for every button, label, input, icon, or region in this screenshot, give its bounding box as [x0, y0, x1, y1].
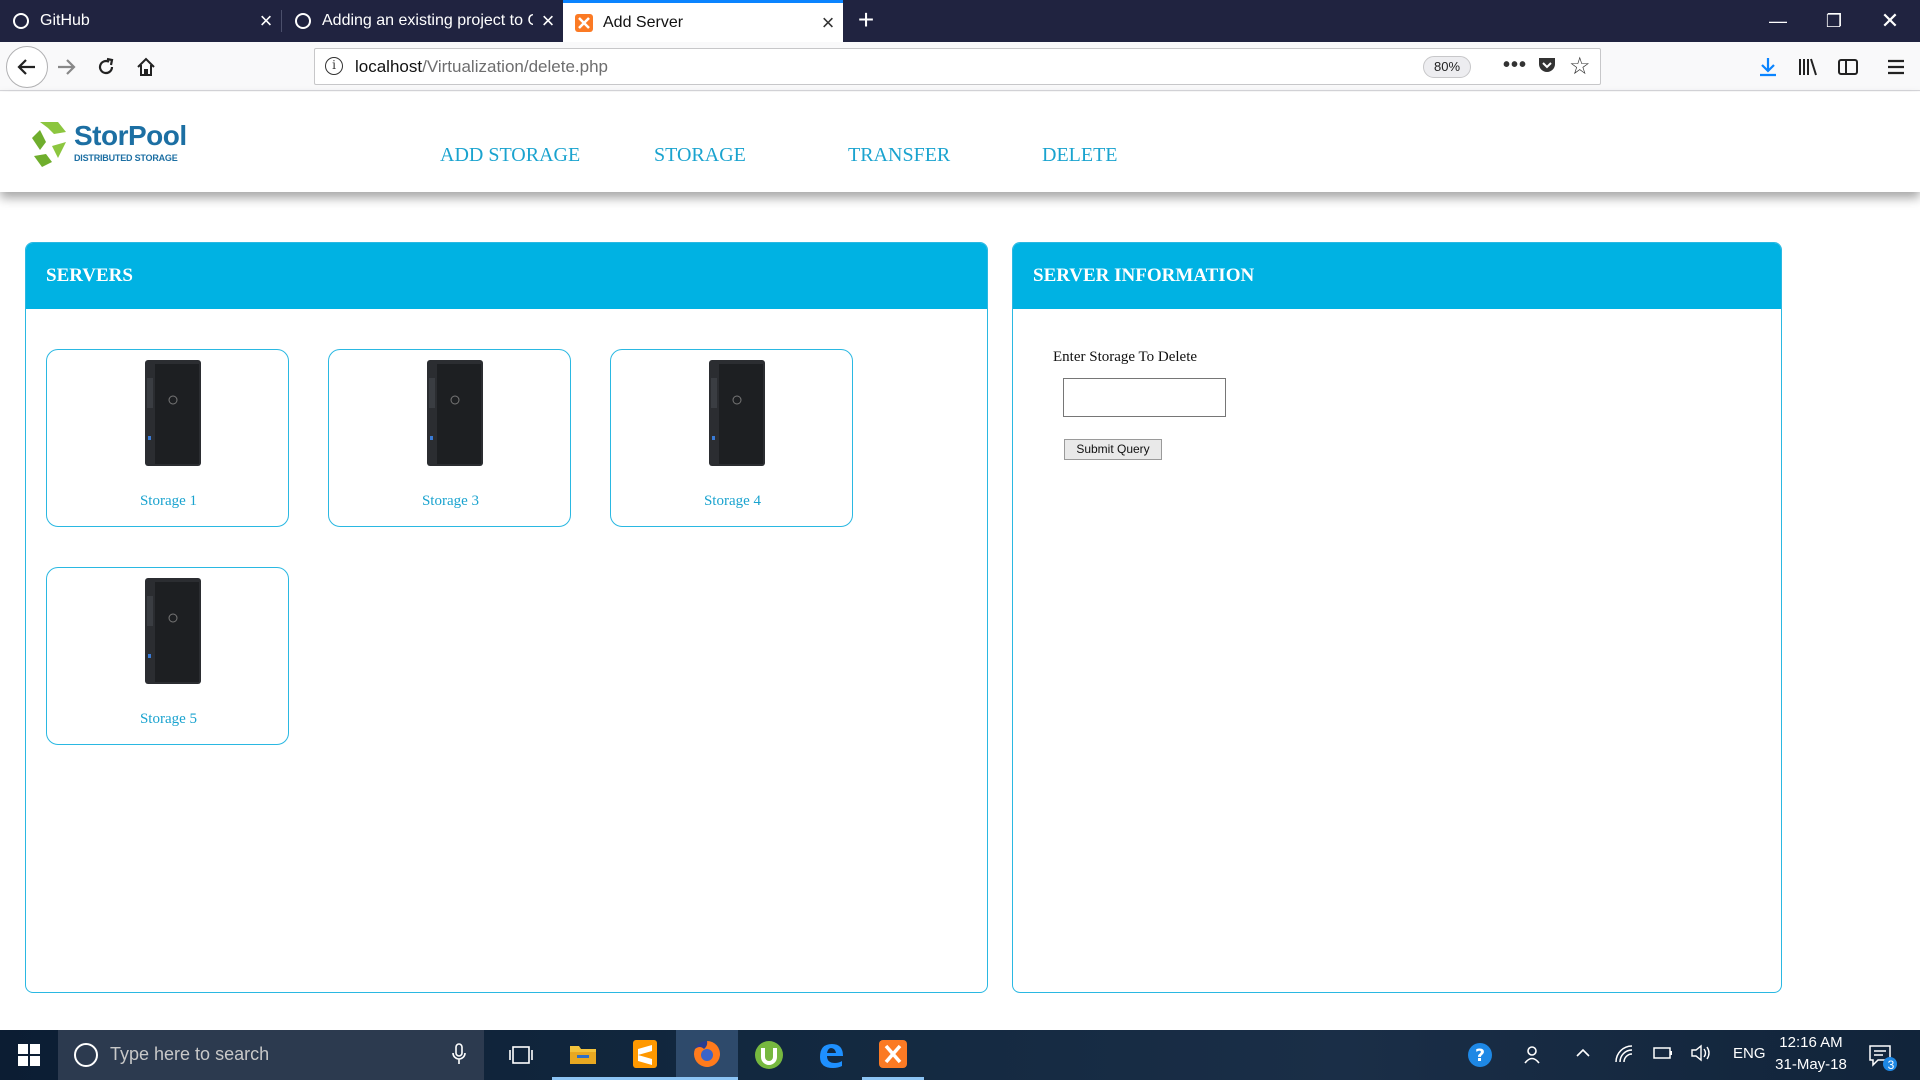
storpool-logo[interactable]: StorPool DISTRIBUTED STORAGE	[30, 120, 190, 170]
start-button[interactable]	[0, 1030, 58, 1080]
notification-count-badge: 3	[1887, 1058, 1895, 1072]
server-label: Storage 4	[703, 493, 762, 509]
library-icon	[1799, 58, 1817, 76]
nav-delete[interactable]: DELETE	[1042, 144, 1118, 167]
wifi-icon[interactable]	[1614, 1044, 1634, 1069]
edge-icon[interactable]	[800, 1030, 862, 1080]
servers-panel: SERVERS Storage 1 Storage 3 Storage 4 St…	[25, 242, 988, 993]
reload-icon	[98, 57, 114, 75]
microphone-icon[interactable]	[452, 1043, 466, 1070]
people-icon[interactable]	[1522, 1044, 1544, 1071]
show-hidden-icons-chevron-icon[interactable]	[1574, 1044, 1592, 1067]
library-button[interactable]	[1790, 49, 1826, 85]
reload-button[interactable]	[88, 49, 124, 85]
page-content: StorPool DISTRIBUTED STORAGE ADD STORAGE…	[0, 92, 1920, 1030]
close-tab-icon[interactable]: ×	[533, 8, 563, 34]
minimize-icon[interactable]: —	[1750, 0, 1806, 42]
clock-time[interactable]: 12:16 AM	[1778, 1034, 1844, 1051]
sidebar-icon	[1838, 59, 1858, 75]
server-tower-icon	[427, 360, 483, 466]
tab-title: Add Server	[603, 13, 684, 31]
logo-mark-icon	[32, 122, 66, 167]
page-actions-icon[interactable]: •••	[1503, 54, 1527, 77]
bookmark-star-icon[interactable]: ☆	[1569, 52, 1591, 81]
back-arrow-icon	[17, 59, 35, 75]
storage-to-delete-input[interactable]	[1063, 378, 1226, 417]
site-header: StorPool DISTRIBUTED STORAGE ADD STORAGE…	[0, 92, 1920, 192]
forward-button[interactable]	[48, 49, 84, 85]
delete-storage-label: Enter Storage To Delete	[1053, 349, 1198, 365]
github-icon	[12, 12, 30, 30]
submit-query-button[interactable]: Submit Query	[1064, 439, 1162, 460]
sublime-text-icon[interactable]	[614, 1030, 676, 1080]
logo-name: StorPool	[74, 120, 187, 151]
home-button[interactable]	[128, 49, 164, 85]
clock-date[interactable]: 31-May-18	[1772, 1056, 1850, 1073]
forward-arrow-icon	[58, 59, 76, 75]
server-label: Storage 5	[139, 711, 198, 727]
sidebar-button[interactable]	[1830, 49, 1866, 85]
menu-button[interactable]	[1878, 49, 1914, 85]
task-view-icon[interactable]	[490, 1030, 552, 1080]
logo-tagline: DISTRIBUTED STORAGE	[74, 153, 178, 163]
servers-panel-header: SERVERS	[26, 243, 987, 309]
browser-tab-strip: GitHub × Adding an existing project to G…	[0, 0, 1920, 42]
server-card-storage-1[interactable]: Storage 1	[46, 349, 289, 527]
server-card-storage-4[interactable]: Storage 4	[610, 349, 853, 527]
server-label: Storage 1	[139, 493, 198, 509]
volume-icon[interactable]	[1690, 1044, 1712, 1067]
github-icon	[294, 12, 312, 30]
close-window-icon[interactable]: ✕	[1862, 0, 1918, 42]
hamburger-menu-icon	[1888, 59, 1904, 75]
tab-github[interactable]: GitHub ×	[0, 0, 281, 42]
browser-toolbar: i localhost/Virtualization/delete.php 80…	[0, 42, 1920, 91]
zoom-level-badge[interactable]: 80%	[1423, 56, 1472, 78]
nav-storage[interactable]: STORAGE	[654, 144, 746, 167]
server-label: Storage 3	[421, 493, 480, 509]
server-info-panel: SERVER INFORMATION Enter Storage To Dele…	[1012, 242, 1782, 993]
svg-text:?: ?	[1475, 1046, 1485, 1066]
tab-title: Adding an existing project to G	[322, 12, 533, 29]
firefox-icon[interactable]	[676, 1030, 738, 1080]
help-icon[interactable]: ?	[1466, 1041, 1494, 1074]
pocket-icon[interactable]	[1537, 55, 1557, 81]
tab-adding-project[interactable]: Adding an existing project to G ×	[282, 0, 563, 42]
cortana-icon	[74, 1043, 98, 1067]
file-explorer-icon[interactable]	[552, 1030, 614, 1080]
tab-add-server[interactable]: Add Server ×	[563, 0, 843, 42]
server-info-panel-header: SERVER INFORMATION	[1013, 243, 1781, 309]
url-text: localhost/Virtualization/delete.php	[355, 57, 608, 76]
utorrent-icon[interactable]	[738, 1030, 800, 1080]
download-icon	[1760, 58, 1776, 77]
servers-panel-title: SERVERS	[46, 265, 133, 286]
battery-icon[interactable]	[1652, 1044, 1674, 1067]
server-card-storage-3[interactable]: Storage 3	[328, 349, 571, 527]
close-tab-icon[interactable]: ×	[251, 8, 281, 34]
server-card-storage-5[interactable]: Storage 5	[46, 567, 289, 745]
downloads-button[interactable]	[1750, 49, 1786, 85]
server-tower-icon	[145, 578, 201, 684]
tab-title: GitHub	[40, 12, 90, 29]
back-button[interactable]	[6, 46, 48, 88]
windows-taskbar: Type here to search ? ENG 12:16 AM 31-Ma…	[0, 1030, 1920, 1080]
nav-add-storage[interactable]: ADD STORAGE	[440, 144, 580, 167]
restore-icon[interactable]: ❐	[1806, 0, 1862, 42]
xampp-icon	[575, 13, 593, 32]
server-info-panel-title: SERVER INFORMATION	[1033, 265, 1255, 286]
new-tab-button[interactable]: +	[852, 0, 880, 42]
language-indicator[interactable]: ENG	[1733, 1045, 1766, 1062]
server-tower-icon	[709, 360, 765, 466]
server-tower-icon	[145, 360, 201, 466]
close-tab-icon[interactable]: ×	[813, 10, 843, 36]
site-info-icon[interactable]: i	[325, 57, 343, 75]
nav-transfer[interactable]: TRANSFER	[848, 144, 950, 167]
windows-logo-icon	[18, 1044, 40, 1066]
xampp-icon[interactable]	[862, 1030, 924, 1080]
home-icon	[137, 57, 155, 76]
taskbar-search-box[interactable]: Type here to search	[58, 1030, 484, 1080]
address-bar[interactable]: i localhost/Virtualization/delete.php 80…	[314, 48, 1601, 85]
search-placeholder: Type here to search	[110, 1044, 270, 1064]
